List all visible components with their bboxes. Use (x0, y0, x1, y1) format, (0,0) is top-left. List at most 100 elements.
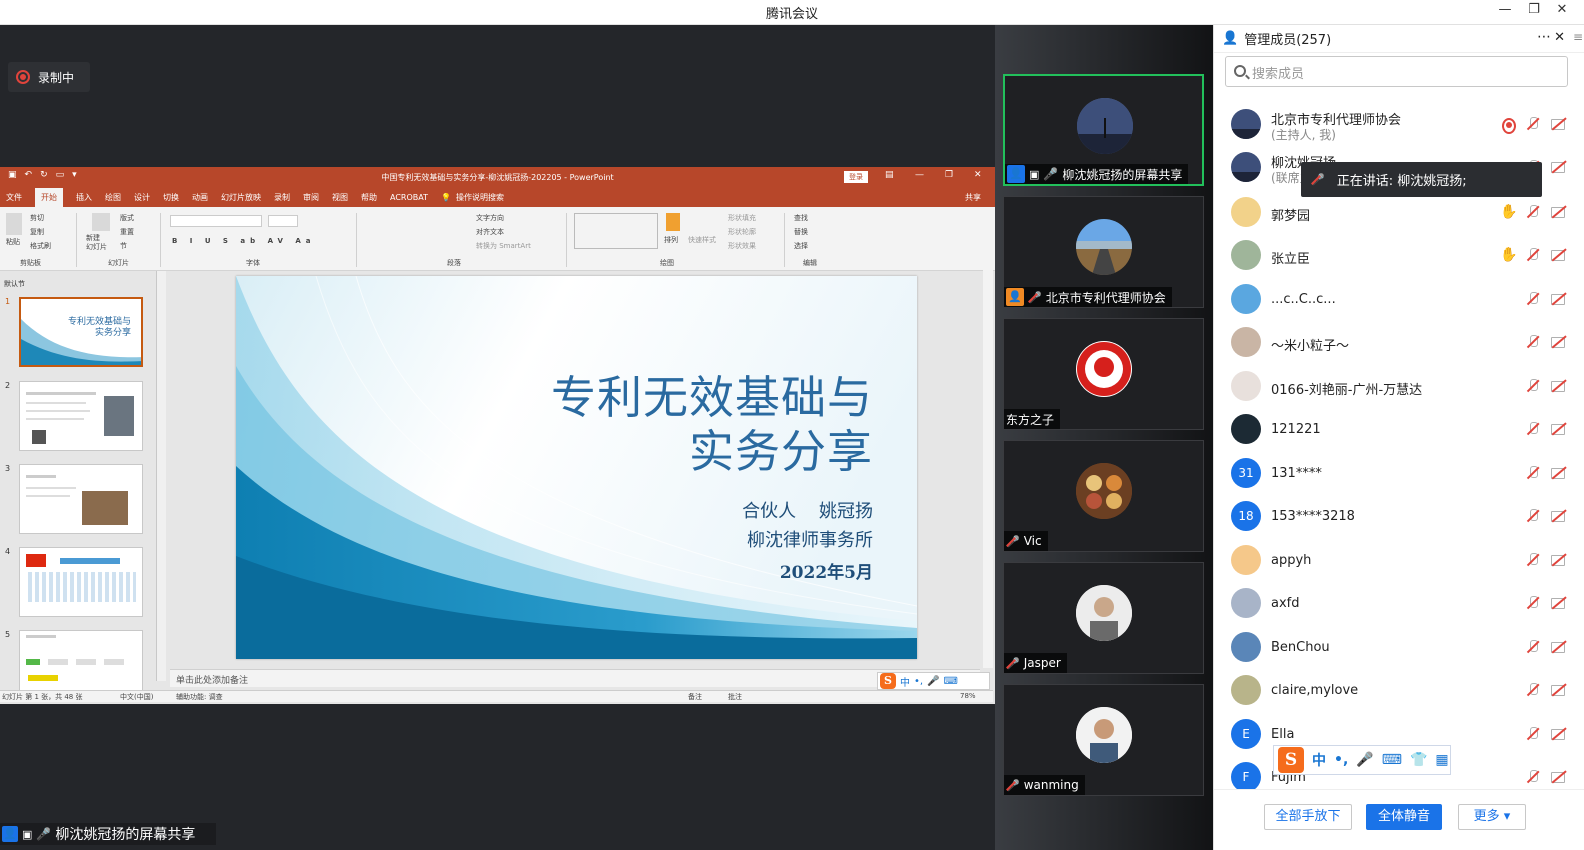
skin-icon[interactable]: 👕 (1410, 752, 1427, 768)
slide-scrollbar[interactable] (983, 266, 993, 668)
align-text-button[interactable]: 对齐文本 (476, 227, 504, 237)
member-row[interactable]: ...c..C..c... (1214, 278, 1584, 321)
quick-styles-button[interactable]: 快速样式 (688, 235, 716, 245)
language-status[interactable]: 中文(中国) (120, 692, 153, 702)
ime-mode[interactable]: 中 (900, 674, 910, 689)
camera-off-icon[interactable] (1550, 159, 1568, 175)
member-row[interactable]: 北京市专利代理师协会 (主持人, 我) (1214, 103, 1584, 146)
member-row[interactable]: 郭梦园 ✋ (1214, 191, 1584, 234)
main-slide-canvas[interactable]: 专利无效基础与 实务分享 合伙人 姚冠扬 柳沈律师事务所 2022年5月 (236, 276, 917, 659)
zoom-level[interactable]: 78% (960, 692, 976, 700)
raised-hand-icon[interactable]: ✋ (1500, 204, 1517, 220)
tab-review[interactable]: 审阅 (303, 192, 319, 203)
notes-toggle[interactable]: 备注 (688, 692, 702, 702)
member-row[interactable]: BenChou (1214, 626, 1584, 669)
tab-animations[interactable]: 动画 (192, 192, 208, 203)
video-tile[interactable]: 👤 🎤 北京市专利代理师协会 (1003, 196, 1204, 308)
member-row[interactable]: 31 131**** (1214, 452, 1584, 495)
shapes-gallery[interactable] (574, 213, 658, 249)
tab-design[interactable]: 设计 (134, 192, 150, 203)
member-search-input[interactable]: 搜索成员 (1225, 56, 1568, 87)
tab-slideshow[interactable]: 幻灯片放映 (221, 192, 261, 203)
video-tile[interactable]: 🎤 Jasper (1003, 562, 1204, 674)
cut-button[interactable]: 剪切 (30, 213, 44, 223)
tab-file[interactable]: 文件 (6, 192, 22, 203)
shape-effect-button[interactable]: 形状效果 (728, 241, 756, 251)
mic-muted-icon[interactable] (1526, 291, 1542, 307)
replace-button[interactable]: 替换 (794, 227, 808, 237)
shape-outline-button[interactable]: 形状轮廓 (728, 227, 756, 237)
member-row[interactable]: appyh (1214, 539, 1584, 582)
ppt-login-button[interactable]: 登录 (844, 171, 868, 183)
comments-toggle[interactable]: 批注 (728, 692, 742, 702)
accessibility-status[interactable]: 辅助功能: 调查 (176, 692, 223, 702)
video-tile[interactable]: 🎤 wanming (1003, 684, 1204, 796)
tab-help[interactable]: 帮助 (361, 192, 377, 203)
mic-muted-icon[interactable] (1526, 204, 1542, 220)
mic-muted-icon[interactable] (1526, 682, 1542, 698)
keyboard-icon[interactable]: ⌨ (1382, 752, 1402, 768)
camera-off-icon[interactable] (1550, 769, 1568, 785)
tell-me-search[interactable]: 操作说明搜索 (456, 192, 504, 203)
mic-muted-icon[interactable] (1526, 247, 1542, 263)
camera-off-icon[interactable] (1550, 247, 1568, 263)
menu-icon[interactable]: ≡ (1573, 30, 1583, 44)
notes-pane[interactable]: 单击此处添加备注 (170, 669, 980, 687)
more-button[interactable]: 更多 ▾ (1458, 804, 1526, 830)
camera-off-icon[interactable] (1550, 682, 1568, 698)
tab-draw[interactable]: 绘图 (105, 192, 121, 203)
new-slide-icon[interactable] (92, 213, 110, 231)
mic-muted-icon[interactable] (1526, 421, 1542, 437)
tab-view[interactable]: 视图 (332, 192, 348, 203)
section-button[interactable]: 节 (120, 241, 127, 251)
smartart-button[interactable]: 转换为 SmartArt (476, 241, 531, 251)
tab-insert[interactable]: 插入 (76, 192, 92, 203)
thumbnail-scrollbar[interactable] (157, 271, 166, 681)
member-row[interactable]: 121221 (1214, 408, 1584, 451)
paste-icon[interactable] (6, 213, 22, 235)
arrange-button[interactable]: 排列 (664, 235, 678, 245)
close-button[interactable]: ✕ (1552, 2, 1572, 17)
ppt-share-button[interactable]: 共享 (965, 192, 981, 203)
video-tile[interactable]: 👤 ▣ 🎤 柳沈姚冠扬的屏幕共享 (1003, 74, 1204, 186)
select-button[interactable]: 选择 (794, 241, 808, 251)
camera-off-icon[interactable] (1550, 465, 1568, 481)
tab-acrobat[interactable]: ACROBAT (390, 193, 428, 202)
shape-fill-button[interactable]: 形状填充 (728, 213, 756, 223)
camera-off-icon[interactable] (1550, 726, 1568, 742)
text-direction-button[interactable]: 文字方向 (476, 213, 504, 223)
member-row[interactable]: claire,mylove (1214, 669, 1584, 712)
mic-icon[interactable]: 🎤 (927, 676, 939, 687)
mic-muted-icon[interactable] (1526, 378, 1542, 394)
camera-off-icon[interactable] (1550, 334, 1568, 350)
format-painter-button[interactable]: 格式刷 (30, 241, 51, 251)
ppt-minimize-button[interactable]: — (915, 170, 924, 180)
lower-all-hands-button[interactable]: 全部手放下 (1264, 804, 1352, 830)
ime-floating-toolbar[interactable]: S 中 •, 🎤 ⌨ 👕 ▦ (1273, 745, 1451, 775)
camera-off-icon[interactable] (1550, 552, 1568, 568)
layout-button[interactable]: 版式 (120, 213, 134, 223)
tab-record[interactable]: 录制 (274, 192, 290, 203)
member-row[interactable]: ～米小粒子～ (1214, 321, 1584, 364)
member-row[interactable]: 张立臣 ✋ (1214, 234, 1584, 277)
member-row[interactable]: 18 153****3218 (1214, 495, 1584, 538)
slide-thumbnail-3[interactable] (19, 464, 143, 534)
mic-muted-icon[interactable] (1526, 508, 1542, 524)
copy-button[interactable]: 复制 (30, 227, 44, 237)
font-format-buttons[interactable]: B I U S ab AV Aa (172, 237, 316, 245)
mic-icon[interactable]: 🎤 (1356, 752, 1373, 768)
camera-off-icon[interactable] (1550, 378, 1568, 394)
mic-muted-icon[interactable] (1526, 726, 1542, 742)
mic-muted-icon[interactable] (1526, 116, 1542, 132)
maximize-button[interactable]: ❐ (1524, 2, 1544, 17)
arrange-icon[interactable] (666, 213, 680, 231)
ppt-maximize-button[interactable]: ❐ (945, 170, 953, 180)
find-button[interactable]: 查找 (794, 213, 808, 223)
camera-off-icon[interactable] (1550, 508, 1568, 524)
slide-thumbnail-1[interactable]: 专利无效基础与 实务分享 (19, 297, 143, 367)
camera-off-icon[interactable] (1550, 204, 1568, 220)
slide-thumbnail-2[interactable] (19, 381, 143, 451)
font-name-field[interactable] (170, 215, 262, 227)
member-row[interactable]: 0166-刘艳丽-广州-万慧达 (1214, 365, 1584, 408)
mic-muted-icon[interactable] (1526, 465, 1542, 481)
